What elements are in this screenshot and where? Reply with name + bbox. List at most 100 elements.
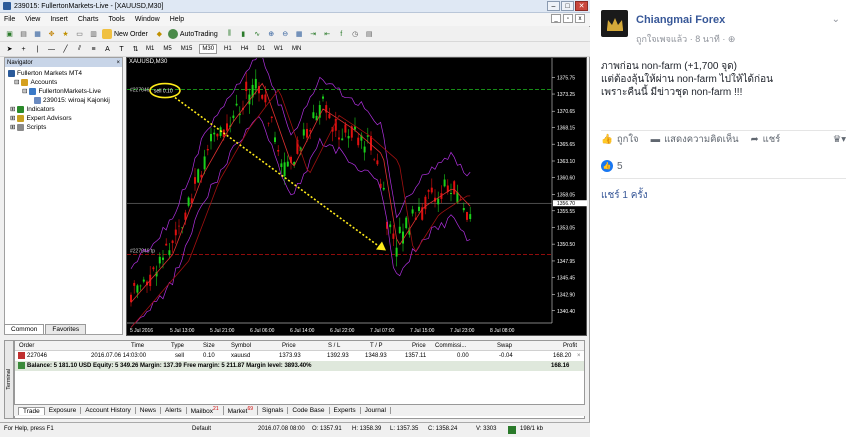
share-button[interactable]: ➦ แชร์ bbox=[751, 132, 781, 147]
tree-item-broker[interactable]: Fullerton Markets MT4 bbox=[8, 69, 119, 78]
col-type[interactable]: Type bbox=[171, 343, 184, 349]
candles-icon[interactable]: ▮ bbox=[238, 29, 249, 40]
close-order-icon[interactable]: × bbox=[577, 353, 581, 359]
col-symbol[interactable]: Symbol bbox=[231, 343, 251, 349]
zoom-out-icon[interactable]: ⊖ bbox=[280, 29, 291, 40]
close-button[interactable]: ✕ bbox=[575, 1, 588, 11]
zoom-in-icon[interactable]: ⊕ bbox=[266, 29, 277, 40]
navigator-icon[interactable]: ★ bbox=[60, 29, 71, 40]
line-chart-icon[interactable]: ∿ bbox=[252, 29, 263, 40]
tab-experts[interactable]: Experts bbox=[330, 407, 361, 414]
metaeditor-icon[interactable]: ◆ bbox=[154, 29, 165, 40]
timeframe-h1[interactable]: H1 bbox=[222, 45, 234, 53]
tab-signals[interactable]: Signals bbox=[258, 407, 289, 414]
col-time[interactable]: Time bbox=[131, 343, 144, 349]
horizontal-line-icon[interactable]: — bbox=[46, 44, 57, 55]
fibonacci-icon[interactable]: ≡ bbox=[88, 44, 99, 55]
price-chart[interactable]: XAUUSD,M30 1375.75 1373.25 1370.65 1368.15 1… bbox=[126, 57, 587, 336]
col-sl[interactable]: S / L bbox=[328, 343, 340, 349]
col-swap[interactable]: Swap bbox=[497, 343, 512, 349]
mdi-restore-button[interactable]: ▫ bbox=[563, 14, 573, 23]
crosshair-icon[interactable]: + bbox=[18, 44, 29, 55]
post-options-chevron-icon[interactable]: ⌄ bbox=[832, 14, 840, 25]
menu-file[interactable]: File bbox=[4, 16, 15, 23]
col-price[interactable]: Price bbox=[282, 343, 296, 349]
maximize-button[interactable]: □ bbox=[561, 1, 574, 11]
new-chart-icon[interactable]: ▣ bbox=[4, 29, 15, 40]
tab-favorites[interactable]: Favorites bbox=[45, 324, 87, 334]
tree-item-experts[interactable]: ⊞ Expert Advisors bbox=[8, 114, 119, 123]
minimize-button[interactable]: – bbox=[547, 1, 560, 11]
page-avatar[interactable] bbox=[601, 10, 628, 37]
menu-help[interactable]: Help bbox=[170, 16, 184, 23]
auto-trading-button[interactable]: AutoTrading bbox=[167, 29, 218, 39]
tile-windows-icon[interactable]: ▦ bbox=[294, 29, 305, 40]
col-commission[interactable]: Commissi... bbox=[435, 343, 466, 349]
cursor-icon[interactable]: ➤ bbox=[4, 44, 15, 55]
col-current-price[interactable]: Price bbox=[412, 343, 426, 349]
tab-journal[interactable]: Journal bbox=[361, 407, 391, 414]
tab-trade[interactable]: Trade bbox=[18, 406, 45, 415]
tree-item-indicators[interactable]: ⊞ Indicators bbox=[8, 105, 119, 114]
channel-icon[interactable]: ⫽ bbox=[74, 44, 85, 55]
chart-shift-icon[interactable]: ⇤ bbox=[322, 29, 333, 40]
menu-view[interactable]: View bbox=[25, 16, 40, 23]
tab-common[interactable]: Common bbox=[4, 324, 45, 334]
order-row[interactable]: 227046 2016.07.06 14:03:00 sell 0.10 xau… bbox=[15, 351, 584, 361]
tree-item-server[interactable]: ⊟ FullertonMarkets-Live bbox=[8, 87, 119, 96]
navigator-close-icon[interactable]: × bbox=[116, 60, 120, 66]
timeframe-w1[interactable]: W1 bbox=[272, 45, 285, 53]
label-icon[interactable]: T bbox=[116, 44, 127, 55]
tree-item-scripts[interactable]: ⊞ Scripts bbox=[8, 123, 119, 132]
indicators-icon[interactable]: f bbox=[336, 29, 347, 40]
mdi-minimize-button[interactable]: _ bbox=[551, 14, 561, 23]
data-window-icon[interactable]: ✥ bbox=[46, 29, 57, 40]
tab-news[interactable]: News bbox=[136, 407, 162, 414]
timeframe-m5[interactable]: M5 bbox=[161, 45, 173, 53]
menu-tools[interactable]: Tools bbox=[108, 16, 124, 23]
col-size[interactable]: Size bbox=[203, 343, 215, 349]
market-watch-icon[interactable]: ▦ bbox=[32, 29, 43, 40]
share-count[interactable]: แชร์ 1 ครั้ง bbox=[601, 188, 648, 203]
tab-exposure[interactable]: Exposure bbox=[45, 407, 82, 414]
new-order-button[interactable]: New Order bbox=[102, 29, 148, 39]
vertical-line-icon[interactable]: | bbox=[32, 44, 43, 55]
col-order[interactable]: Order bbox=[19, 343, 34, 349]
menu-insert[interactable]: Insert bbox=[50, 16, 68, 23]
post-as-selector[interactable]: ♛ ▾ bbox=[833, 134, 846, 145]
navigator-tabs: Common Favorites bbox=[4, 322, 123, 334]
text-icon[interactable]: A bbox=[102, 44, 113, 55]
arrows-icon[interactable]: ⇅ bbox=[130, 44, 141, 55]
comment-button[interactable]: ▬ แสดงความคิดเห็น bbox=[651, 132, 739, 147]
timeframe-m15[interactable]: M15 bbox=[179, 45, 195, 53]
menu-charts[interactable]: Charts bbox=[78, 16, 99, 23]
col-profit[interactable]: Profit bbox=[563, 343, 577, 349]
tab-account-history[interactable]: Account History bbox=[81, 407, 136, 414]
tab-code-base[interactable]: Code Base bbox=[288, 407, 330, 414]
like-summary[interactable]: 👍 5 bbox=[601, 160, 623, 172]
timeframe-mn[interactable]: MN bbox=[290, 45, 303, 53]
periods-icon[interactable]: ◷ bbox=[350, 29, 361, 40]
timeframe-d1[interactable]: D1 bbox=[255, 45, 267, 53]
col-tp[interactable]: T / P bbox=[370, 343, 383, 349]
tab-mailbox[interactable]: Mailbox21 bbox=[187, 405, 224, 416]
timeframe-m1[interactable]: M1 bbox=[144, 45, 156, 53]
terminal-icon[interactable]: ▭ bbox=[74, 29, 85, 40]
mdi-close-button[interactable]: x bbox=[575, 14, 585, 23]
tree-item-account[interactable]: 239015: wiroaj Kajonkij bbox=[8, 96, 119, 105]
timeframe-h4[interactable]: H4 bbox=[239, 45, 251, 53]
menu-window[interactable]: Window bbox=[135, 16, 160, 23]
auto-scroll-icon[interactable]: ⇥ bbox=[308, 29, 319, 40]
tester-icon[interactable]: ▥ bbox=[88, 29, 99, 40]
profiles-icon[interactable]: ▤ bbox=[18, 29, 29, 40]
like-button[interactable]: 👍 ถูกใจ bbox=[601, 132, 639, 147]
templates-icon[interactable]: ▤ bbox=[364, 29, 375, 40]
page-name[interactable]: Chiangmai Forex bbox=[636, 14, 725, 26]
timeframe-m30[interactable]: M30 bbox=[199, 44, 218, 54]
price-tick-label: 1368.15 bbox=[557, 126, 575, 132]
bar-chart-icon[interactable]: ⫼ bbox=[224, 29, 235, 40]
tab-alerts[interactable]: Alerts bbox=[161, 407, 187, 414]
tab-market[interactable]: Market69 bbox=[224, 405, 259, 416]
trendline-icon[interactable]: ╱ bbox=[60, 44, 71, 55]
tree-item-accounts[interactable]: ⊟ Accounts bbox=[8, 78, 119, 87]
